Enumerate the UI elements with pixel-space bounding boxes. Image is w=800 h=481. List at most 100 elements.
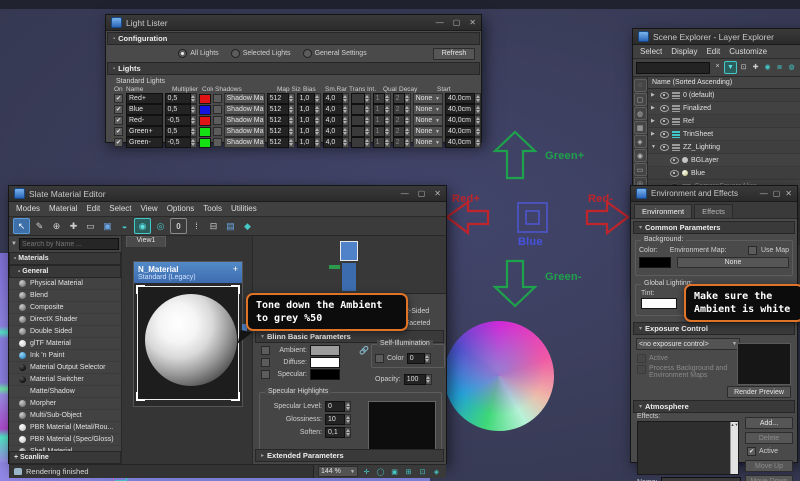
render-preview-button[interactable]: Render Preview xyxy=(727,386,791,398)
light-lister-titlebar[interactable]: Light Lister — ▢ ✕ xyxy=(106,15,481,31)
spinner-up-icon[interactable] xyxy=(289,139,293,142)
int-spinner[interactable]: 1 xyxy=(373,93,391,104)
assign-to-selection-icon[interactable]: ✚ xyxy=(66,219,81,233)
atmosphere-rollout[interactable]: ▾ Atmosphere xyxy=(633,400,795,413)
layout-vertical-icon[interactable]: ⁞ xyxy=(189,219,204,233)
multiplier-spinner-arrows[interactable] xyxy=(191,93,197,104)
menu-modes[interactable]: Modes xyxy=(16,204,40,214)
sync-selection-icon[interactable]: ◉ xyxy=(762,61,773,72)
light-name-field[interactable]: Green- xyxy=(126,137,163,148)
exposure-active-checkbox[interactable] xyxy=(637,354,646,363)
sm-range-spinner[interactable]: 4,0 xyxy=(323,115,349,126)
spinner-down-icon[interactable] xyxy=(405,143,409,146)
scene-search-input[interactable] xyxy=(636,62,710,74)
radio-all-lights[interactable]: All Lights xyxy=(178,49,218,58)
materials-general-header[interactable]: - General xyxy=(9,265,121,278)
multiplier-spinner[interactable]: -0,5 xyxy=(165,115,197,126)
self-illum-spinner-value[interactable]: 0 xyxy=(407,353,425,364)
spinner-down-icon[interactable] xyxy=(426,380,430,383)
visibility-eye-icon[interactable] xyxy=(660,131,669,138)
spinner-down-icon[interactable] xyxy=(365,143,369,146)
pan-to-selected-icon[interactable]: ◈ xyxy=(431,466,442,477)
filter-icon[interactable]: ▼ xyxy=(724,61,737,74)
spinner-down-icon[interactable] xyxy=(289,110,293,113)
shadow-type-dropdown[interactable]: Shadow Map▼ xyxy=(224,126,265,137)
spinner-down-icon[interactable] xyxy=(343,143,347,146)
material-list-item[interactable]: Double Sided xyxy=(9,326,121,338)
add-button[interactable]: Add... xyxy=(745,417,793,429)
menu-customize[interactable]: Customize xyxy=(729,47,767,56)
shadow-type-dropdown[interactable]: Shadow Map▼ xyxy=(224,137,265,148)
spinner-down-icon[interactable] xyxy=(343,121,347,124)
light-color-swatch[interactable] xyxy=(199,138,211,148)
material-node[interactable]: N_Material + Standard (Legacy) xyxy=(133,261,243,407)
sm-range-spinner-arrows[interactable] xyxy=(343,137,349,148)
map-size-spinner-value[interactable]: 512 xyxy=(267,115,289,126)
menu-view[interactable]: View xyxy=(141,204,158,214)
multiplier-spinner-arrows[interactable] xyxy=(191,126,197,137)
bias-spinner[interactable]: 1,0 xyxy=(297,137,321,148)
display-geometry-icon[interactable]: ▢ xyxy=(634,93,647,106)
zero-state-icon[interactable]: 0 xyxy=(170,218,187,234)
tab-environment[interactable]: Environment xyxy=(634,204,692,218)
bias-spinner-arrows[interactable] xyxy=(315,137,321,148)
multiplier-spinner-value[interactable]: -0,5 xyxy=(165,115,191,126)
exposure-control-dropdown[interactable]: <no exposure control> ▼ xyxy=(636,338,740,350)
maximize-icon[interactable]: ▢ xyxy=(418,189,426,198)
zoom-icon[interactable]: ◯ xyxy=(375,466,386,477)
spinner-down-icon[interactable] xyxy=(425,359,429,362)
menu-display[interactable]: Display xyxy=(671,47,697,56)
start-spinner-value[interactable]: 40,0cm xyxy=(445,93,475,104)
spinner-down-icon[interactable] xyxy=(346,433,350,436)
spinner-up-icon[interactable] xyxy=(385,106,389,109)
tree-row[interactable]: ▶Ref xyxy=(648,115,800,128)
map-size-spinner[interactable]: 512 xyxy=(267,137,295,148)
minimize-icon[interactable]: — xyxy=(401,189,409,198)
int-spinner[interactable]: 1 xyxy=(373,137,391,148)
highlight-spinner-arrows[interactable] xyxy=(345,401,351,412)
radio-general-settings[interactable]: General Settings xyxy=(303,49,367,58)
spinner-up-icon[interactable] xyxy=(476,128,480,131)
material-list-item[interactable]: Multi/Sub-Object xyxy=(9,410,121,422)
int-spinner-value[interactable]: 1 xyxy=(373,104,385,115)
material-list-item[interactable]: Blend xyxy=(9,290,121,302)
collapse-icon[interactable]: ▼ xyxy=(651,144,657,150)
spinner-down-icon[interactable] xyxy=(365,110,369,113)
effects-list[interactable]: ▲▼ xyxy=(637,421,739,475)
preview-panels-icon[interactable]: ▤ xyxy=(223,219,238,233)
spinner-down-icon[interactable] xyxy=(191,99,195,102)
spinner-up-icon[interactable] xyxy=(476,95,480,98)
sm-range-spinner-arrows[interactable] xyxy=(343,115,349,126)
zoom-level-dropdown[interactable]: 144 % ▼ xyxy=(318,466,358,477)
int-spinner-arrows[interactable] xyxy=(385,115,391,126)
spinner-down-icon[interactable] xyxy=(346,407,350,410)
tree-row[interactable]: ▼ZZ_Lighting xyxy=(648,141,800,154)
spinner-down-icon[interactable] xyxy=(385,99,389,102)
qual-spinner-arrows[interactable] xyxy=(405,126,411,137)
delete-button[interactable]: Delete xyxy=(745,432,793,444)
spinner-up-icon[interactable] xyxy=(191,117,195,120)
spinner-up-icon[interactable] xyxy=(315,128,319,131)
node-preview[interactable] xyxy=(137,286,239,400)
map-size-spinner-value[interactable]: 512 xyxy=(267,93,289,104)
close-icon[interactable]: ✕ xyxy=(434,189,441,198)
spinner-down-icon[interactable] xyxy=(343,110,347,113)
transp-spinner-value[interactable] xyxy=(351,104,365,115)
move-children-icon[interactable]: ◆ xyxy=(240,219,255,233)
fill-color-icon[interactable]: ◒ xyxy=(117,219,132,233)
tree-row[interactable]: BGLayer xyxy=(648,154,800,167)
int-spinner-arrows[interactable] xyxy=(385,93,391,104)
spinner-down-icon[interactable] xyxy=(289,121,293,124)
highlight-spinner[interactable]: 0,1 xyxy=(325,427,351,438)
shadow-type-dropdown[interactable]: Shadow Map▼ xyxy=(224,104,265,115)
map-size-spinner[interactable]: 512 xyxy=(267,104,295,115)
sm-range-spinner-arrows[interactable] xyxy=(343,93,349,104)
int-spinner-value[interactable]: 1 xyxy=(373,137,385,148)
multiplier-spinner-value[interactable]: 0,5 xyxy=(165,93,191,104)
material-list-item[interactable]: Ink 'n Paint xyxy=(9,350,121,362)
bias-spinner[interactable]: 1,0 xyxy=(297,104,321,115)
spinner-up-icon[interactable] xyxy=(343,106,347,109)
visibility-eye-icon[interactable] xyxy=(670,170,679,177)
spinner-down-icon[interactable] xyxy=(365,99,369,102)
highlight-spinner-value[interactable]: 0,1 xyxy=(325,427,345,438)
